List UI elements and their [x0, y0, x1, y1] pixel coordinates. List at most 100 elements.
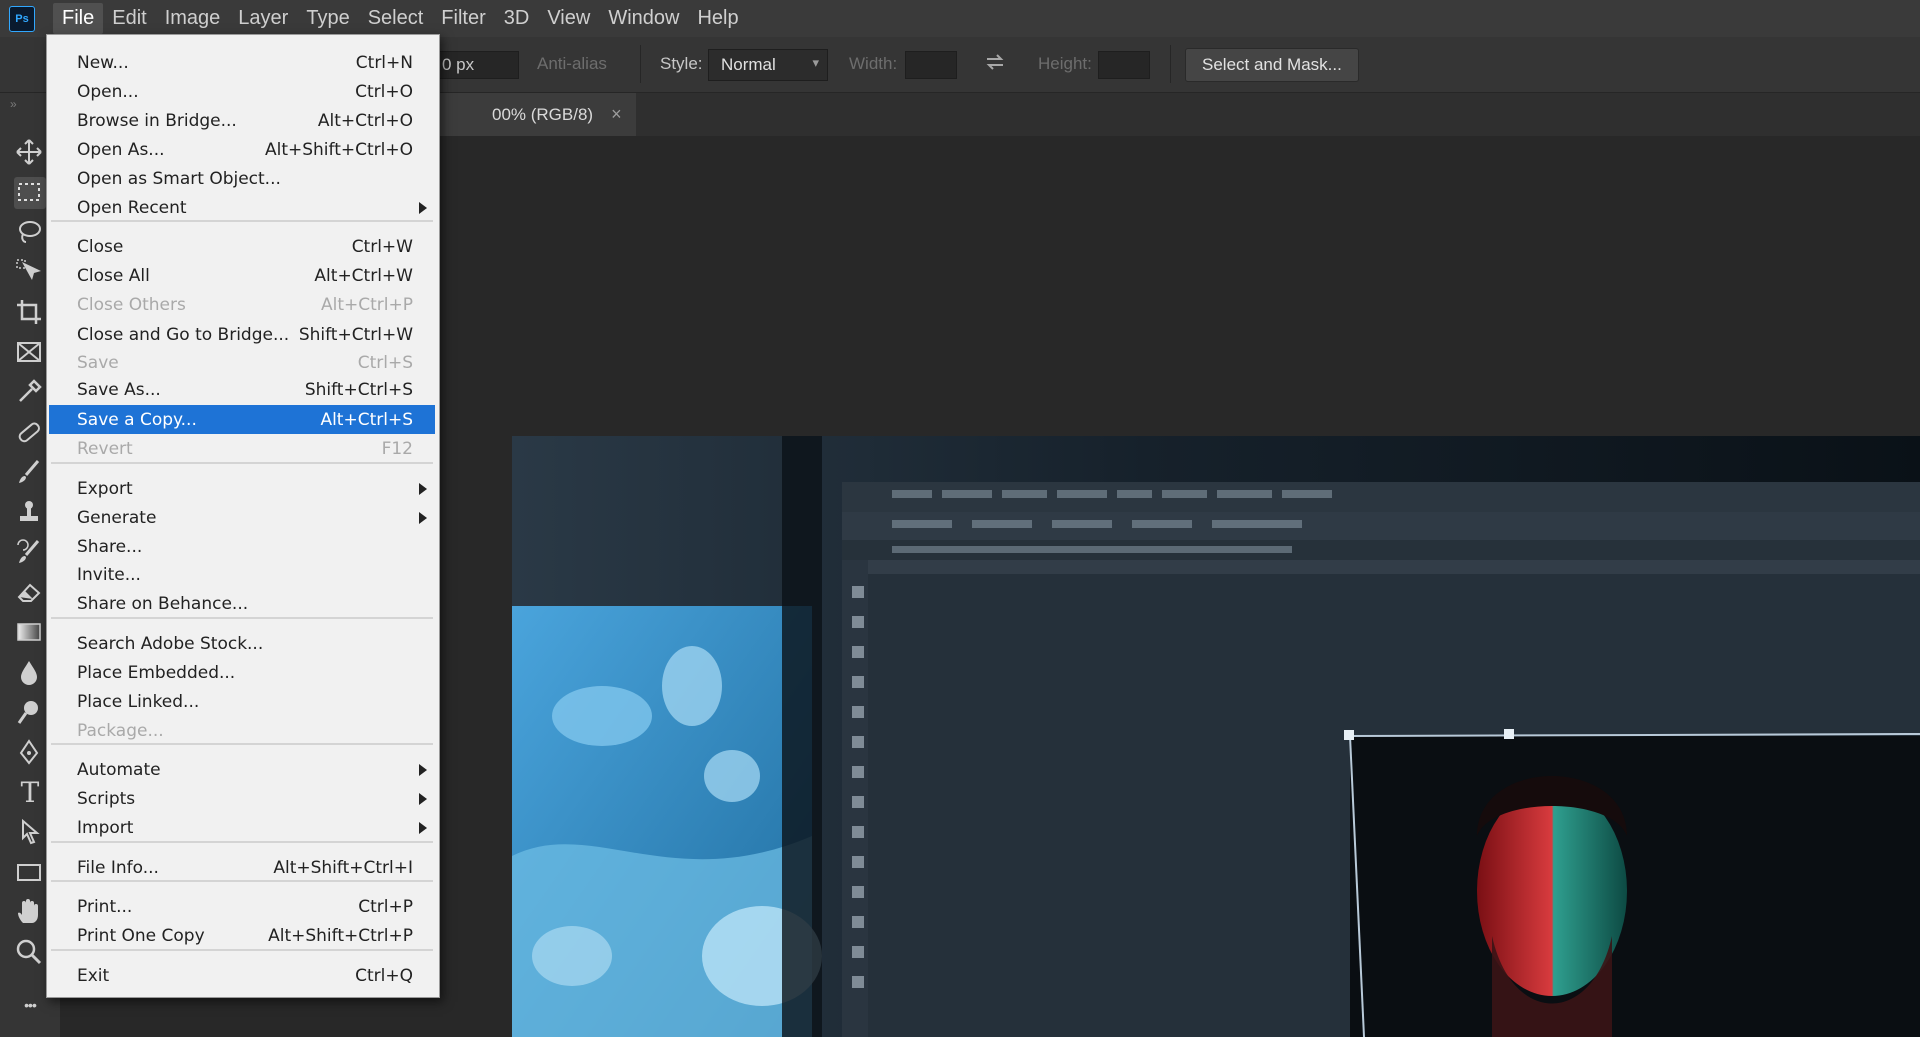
menu-item-shortcut: Ctrl+P [358, 896, 413, 917]
healing-brush-tool-icon[interactable] [14, 417, 46, 449]
menu-item-label: Search Adobe Stock... [77, 633, 264, 654]
rectangle-tool-icon[interactable] [14, 857, 46, 889]
menu-help[interactable]: Help [688, 3, 747, 34]
clone-stamp-tool-icon[interactable] [14, 497, 46, 529]
menu-item-shortcut: Alt+Ctrl+S [320, 409, 413, 430]
menu-item-search-adobe-stock[interactable]: Search Adobe Stock... [49, 629, 435, 658]
submenu-arrow-icon [419, 483, 427, 495]
history-brush-tool-icon[interactable] [14, 537, 46, 569]
menu-item-print[interactable]: Print... Ctrl+P [49, 892, 435, 921]
menu-item-shortcut: Alt+Shift+Ctrl+I [273, 857, 413, 878]
menu-item-generate[interactable]: Generate [49, 503, 435, 532]
marquee-tool-icon[interactable] [14, 177, 46, 209]
photoshop-logo-icon: Ps [9, 5, 35, 32]
menu-item-revert: Revert F12 [49, 434, 435, 463]
feather-input[interactable]: 0 px [437, 51, 519, 79]
swap-icon[interactable] [983, 50, 1007, 74]
select-and-mask-button[interactable]: Select and Mask... [1185, 48, 1359, 82]
menu-3d[interactable]: 3D [495, 3, 539, 34]
more-tools-icon[interactable]: ••• [14, 993, 46, 1025]
anti-alias-checkbox-label[interactable]: Anti-alias [537, 54, 607, 74]
panel-collapse-icon[interactable]: » [10, 97, 17, 111]
crop-tool-icon[interactable] [14, 297, 46, 329]
menu-item-place-linked[interactable]: Place Linked... [49, 687, 435, 716]
style-select-value: Normal [721, 55, 776, 74]
menu-item-shortcut: Ctrl+W [351, 236, 413, 257]
menu-item-save-a-copy[interactable]: Save a Copy... Alt+Ctrl+S [49, 405, 435, 434]
menu-separator [51, 743, 433, 745]
menu-item-new[interactable]: New... Ctrl+N [49, 48, 435, 77]
menu-item-close-all[interactable]: Close All Alt+Ctrl+W [49, 261, 435, 290]
menu-item-label: Close and Go to Bridge... [77, 324, 290, 345]
divider [1170, 45, 1171, 83]
menu-item-shortcut: Ctrl+O [355, 81, 413, 102]
menu-window[interactable]: Window [599, 3, 688, 34]
menu-item-label: Export [77, 478, 133, 499]
menu-item-browse-in-bridge[interactable]: Browse in Bridge... Alt+Ctrl+O [49, 106, 435, 135]
menu-item-shortcut: Ctrl+Q [355, 965, 413, 986]
menu-item-export[interactable]: Export [49, 474, 435, 503]
menu-item-invite[interactable]: Invite... [49, 560, 435, 589]
brush-tool-icon[interactable] [14, 457, 46, 489]
menu-edit[interactable]: Edit [103, 3, 155, 34]
menu-item-label: Open Recent [77, 197, 187, 218]
menu-type[interactable]: Type [297, 3, 358, 34]
menu-item-close-and-go-to-bridge[interactable]: Close and Go to Bridge... Shift+Ctrl+W [49, 320, 435, 349]
menu-item-exit[interactable]: Exit Ctrl+Q [49, 961, 435, 990]
menu-item-shortcut: Shift+Ctrl+W [298, 324, 413, 345]
menu-item-share[interactable]: Share... [49, 532, 435, 561]
pen-tool-icon[interactable] [14, 737, 46, 769]
frame-tool-icon[interactable] [14, 337, 46, 369]
hand-tool-icon[interactable] [14, 897, 46, 929]
menu-view[interactable]: View [538, 3, 599, 34]
file-menu-dropdown: New... Ctrl+N Open... Ctrl+O Browse in Bridg… [46, 34, 440, 998]
type-tool-icon[interactable]: T [14, 777, 46, 809]
menu-select[interactable]: Select [359, 3, 433, 34]
menu-separator [51, 462, 433, 464]
lasso-tool-icon[interactable] [14, 217, 46, 249]
width-input[interactable] [905, 51, 957, 79]
menu-item-file-info[interactable]: File Info... Alt+Shift+Ctrl+I [49, 853, 435, 882]
gradient-tool-icon[interactable] [14, 617, 46, 649]
menu-item-shortcut: Shift+Ctrl+S [304, 379, 413, 400]
menu-item-close[interactable]: Close Ctrl+W [49, 232, 435, 261]
eyedropper-tool-icon[interactable] [14, 377, 46, 409]
menu-item-share-on-behance[interactable]: Share on Behance... [49, 589, 435, 618]
menu-item-automate[interactable]: Automate [49, 755, 435, 784]
menu-item-label: Open... [77, 81, 139, 102]
close-tab-icon[interactable]: × [611, 104, 622, 125]
menu-item-open-as-smart-object[interactable]: Open as Smart Object... [49, 164, 435, 193]
menu-item-print-one-copy[interactable]: Print One Copy Alt+Shift+Ctrl+P [49, 921, 435, 950]
menu-item-import[interactable]: Import [49, 813, 435, 842]
document-tab[interactable]: 00% (RGB/8) × [435, 93, 636, 136]
eraser-tool-icon[interactable] [14, 577, 46, 609]
menu-item-open-as[interactable]: Open As... Alt+Shift+Ctrl+O [49, 135, 435, 164]
menu-filter[interactable]: Filter [432, 3, 494, 34]
style-label: Style: [660, 54, 703, 73]
dodge-tool-icon[interactable] [14, 697, 46, 729]
menu-item-label: Package... [77, 720, 164, 741]
style-select[interactable]: Normal ▾ [708, 49, 828, 81]
height-input[interactable] [1098, 51, 1150, 79]
menu-image[interactable]: Image [156, 3, 230, 34]
menu-file[interactable]: File [53, 3, 104, 34]
menu-item-label: Scripts [77, 788, 136, 809]
zoom-tool-icon[interactable] [14, 937, 46, 969]
menu-item-label: Open As... [77, 139, 165, 160]
menu-item-label: Save a Copy... [77, 409, 197, 430]
menu-item-open-recent[interactable]: Open Recent [49, 193, 435, 222]
path-selection-tool-icon[interactable] [14, 817, 46, 849]
menu-item-open[interactable]: Open... Ctrl+O [49, 77, 435, 106]
divider [640, 45, 641, 83]
menu-item-shortcut: F12 [381, 438, 413, 459]
menu-layer[interactable]: Layer [229, 3, 297, 34]
menu-item-place-embedded[interactable]: Place Embedded... [49, 658, 435, 687]
blur-tool-icon[interactable] [14, 657, 46, 689]
menu-item-scripts[interactable]: Scripts [49, 784, 435, 813]
height-label: Height: [1038, 54, 1092, 73]
menu-item-label: Print... [77, 896, 133, 917]
object-select-tool-icon[interactable] [14, 257, 46, 289]
move-tool-icon[interactable] [14, 137, 46, 169]
menu-item-save-as[interactable]: Save As... Shift+Ctrl+S [49, 375, 435, 404]
menu-item-label: Automate [77, 759, 161, 780]
